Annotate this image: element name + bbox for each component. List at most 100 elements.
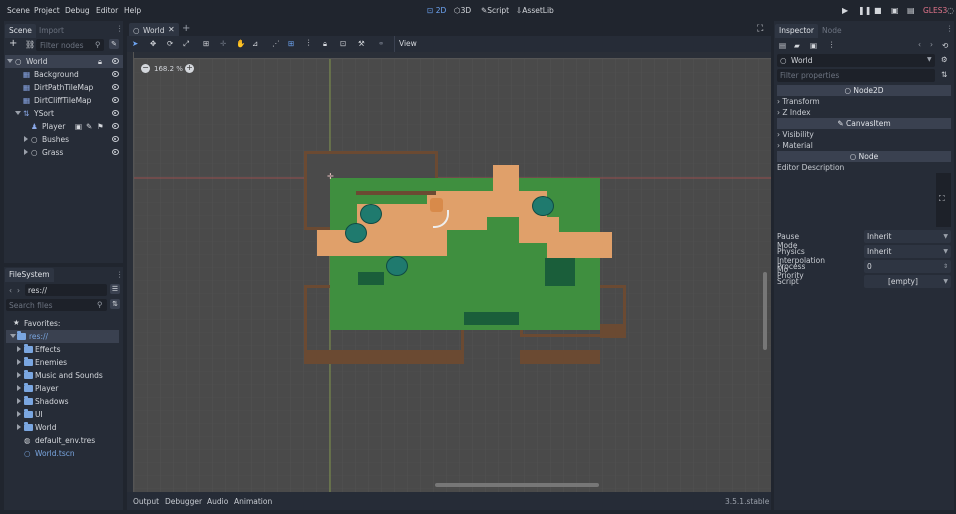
pan-tool-icon[interactable]: ✋ xyxy=(236,39,245,48)
more-icon[interactable]: ⋮ xyxy=(828,40,836,49)
save-icon[interactable]: ▣ xyxy=(810,41,817,50)
prop-visibility[interactable]: › Visibility xyxy=(777,130,814,139)
fs-item-enemies[interactable]: Enemies xyxy=(4,356,122,369)
lock-icon[interactable]: 🔒︎ xyxy=(98,57,102,67)
scene-node-background[interactable]: ▦ Background xyxy=(5,68,123,81)
sign-icon[interactable]: ⚑ xyxy=(97,122,104,131)
skeleton-icon[interactable]: ⚒ xyxy=(358,39,365,48)
script-icon[interactable]: ✎ xyxy=(86,122,92,131)
visibility-eye-icon[interactable] xyxy=(112,71,119,77)
tab-scene[interactable]: Scene xyxy=(5,24,36,38)
prop-value-physics-interpolation-mo[interactable]: Inherit ▼ xyxy=(864,245,951,258)
lock-icon[interactable]: 🔒︎ xyxy=(323,39,327,49)
collapse-arrow-icon[interactable] xyxy=(17,372,21,378)
chevron-down-icon[interactable]: ▼ xyxy=(943,233,948,240)
zoom-level[interactable]: 168.2 % xyxy=(154,65,183,73)
favorites-row[interactable]: ★ Favorites: xyxy=(4,317,122,330)
menu-project[interactable]: Project xyxy=(34,6,60,15)
mode-script-button[interactable]: ✎Script xyxy=(481,6,509,15)
tab-output[interactable]: Output xyxy=(133,497,159,506)
collapse-arrow-icon[interactable] xyxy=(17,398,21,404)
expand-icon[interactable]: ⛶ xyxy=(939,194,945,204)
object-selector[interactable]: ○ World ▼ xyxy=(777,54,935,67)
sort-icon[interactable]: ⇅ xyxy=(110,299,120,309)
script-attach-icon[interactable]: ✎ xyxy=(109,39,119,49)
canvas-viewport[interactable]: − 168.2 % + ✛ xyxy=(127,52,771,492)
search-files-input[interactable]: Search files ⚲ xyxy=(6,299,107,311)
grid-snap-icon[interactable]: ⊞ xyxy=(288,39,294,48)
view-menu[interactable]: View xyxy=(399,39,417,48)
collapse-arrow-icon[interactable] xyxy=(17,411,21,417)
mode-assetlib-button[interactable]: ⇩AssetLib xyxy=(516,6,554,15)
visibility-eye-icon[interactable] xyxy=(112,123,119,129)
distraction-free-icon[interactable]: ⛶ xyxy=(757,24,763,34)
expand-arrow-icon[interactable] xyxy=(7,59,13,63)
visibility-eye-icon[interactable] xyxy=(112,97,119,103)
expand-arrow-icon[interactable] xyxy=(15,111,21,115)
inspector-menu-icon[interactable]: ⋮ xyxy=(946,24,954,33)
collapse-arrow-icon[interactable] xyxy=(24,136,28,142)
onion-icon[interactable]: ⚭ xyxy=(378,39,384,48)
fs-item-shadows[interactable]: Shadows xyxy=(4,395,122,408)
property-sort-icon[interactable]: ⇅ xyxy=(941,70,947,79)
renderer-label[interactable]: GLES3 xyxy=(923,6,947,15)
scene-node-dirtclifftilemap[interactable]: ▦ DirtCliffTileMap xyxy=(5,94,123,107)
add-node-icon[interactable]: + xyxy=(9,38,17,49)
split-view-icon[interactable]: ☰ xyxy=(110,284,120,294)
scene-node-grass[interactable]: ○ Grass xyxy=(5,146,123,159)
fs-item-default-env-tres[interactable]: ◍ default_env.tres xyxy=(4,434,122,447)
ruler-tool-icon[interactable]: ⊿ xyxy=(252,39,258,48)
filter-nodes-input[interactable]: Filter nodes ⚲ xyxy=(36,39,104,51)
fs-item-music-and-sounds[interactable]: Music and Sounds xyxy=(4,369,122,382)
list-select-icon[interactable]: ⊞ xyxy=(203,39,209,48)
tab-inspector[interactable]: Inspector xyxy=(775,24,818,38)
history-back-icon[interactable]: ‹ xyxy=(918,40,921,49)
history-icon[interactable]: ⟲ xyxy=(942,41,948,50)
tab-animation[interactable]: Animation xyxy=(234,497,272,506)
mode-2d-button[interactable]: ⊡ 2D xyxy=(427,6,446,15)
pause-icon[interactable]: ❚❚ xyxy=(858,6,871,15)
scene-node-player[interactable]: ♟ Player ▣ ✎ ⚑ xyxy=(5,120,123,133)
collapse-arrow-icon[interactable] xyxy=(17,385,21,391)
prop-transform[interactable]: › Transform xyxy=(777,97,820,106)
stop-icon[interactable]: ■ xyxy=(874,6,882,15)
menu-help[interactable]: Help xyxy=(124,6,141,15)
menu-scene[interactable]: Scene xyxy=(7,6,30,15)
horizontal-scrollbar[interactable] xyxy=(435,483,599,487)
play-custom-icon[interactable]: ▤ xyxy=(907,6,915,15)
menu-editor[interactable]: Editor xyxy=(96,6,118,15)
play-icon[interactable]: ▶ xyxy=(842,6,848,15)
prop-value-pause-mode[interactable]: Inherit ▼ xyxy=(864,230,951,243)
menu-debug[interactable]: Debug xyxy=(65,6,90,15)
smart-snap-icon[interactable]: ⋰ xyxy=(272,39,280,48)
tab-debugger[interactable]: Debugger xyxy=(165,497,202,506)
scene-node-dirtpathtilemap[interactable]: ▦ DirtPathTileMap xyxy=(5,81,123,94)
scene-node-world[interactable]: ○ World 🔒︎ xyxy=(5,55,123,68)
vertical-scrollbar[interactable] xyxy=(763,272,767,350)
prop-value-script[interactable]: [empty] ▼ xyxy=(864,275,951,288)
rotate-tool-icon[interactable]: ⟳ xyxy=(167,39,173,48)
history-forward-icon[interactable]: › xyxy=(930,40,933,49)
spinner-icon[interactable]: ⇕ xyxy=(943,263,948,270)
fs-item-ui[interactable]: UI xyxy=(4,408,122,421)
fs-item-effects[interactable]: Effects xyxy=(4,343,122,356)
back-icon[interactable]: ‹ xyxy=(9,286,12,295)
scene-node-bushes[interactable]: ○ Bushes xyxy=(5,133,123,146)
zoom-out-icon[interactable]: − xyxy=(141,64,150,73)
close-icon[interactable]: ✕ xyxy=(168,25,175,34)
prop-z-index[interactable]: › Z Index xyxy=(777,108,811,117)
tab-audio[interactable]: Audio xyxy=(207,497,228,506)
fs-item-player[interactable]: Player xyxy=(4,382,122,395)
move-tool-icon[interactable]: ✥ xyxy=(150,39,156,48)
collapse-arrow-icon[interactable] xyxy=(17,346,21,352)
dock-menu-icon[interactable]: ⋮ xyxy=(116,24,124,33)
new-resource-icon[interactable]: ▤ xyxy=(779,41,786,50)
collapse-arrow-icon[interactable] xyxy=(17,424,21,430)
link-icon[interactable]: ⛓ xyxy=(25,40,35,49)
fs-item-world-tscn[interactable]: ○ World.tscn xyxy=(4,447,122,460)
open-folder-icon[interactable]: ▰ xyxy=(794,41,800,50)
play-scene-icon[interactable]: ▣ xyxy=(891,6,899,15)
filter-properties-input[interactable]: Filter properties xyxy=(777,69,935,82)
tab-import[interactable]: Import xyxy=(35,24,68,38)
chevron-down-icon[interactable]: ▼ xyxy=(943,278,948,285)
